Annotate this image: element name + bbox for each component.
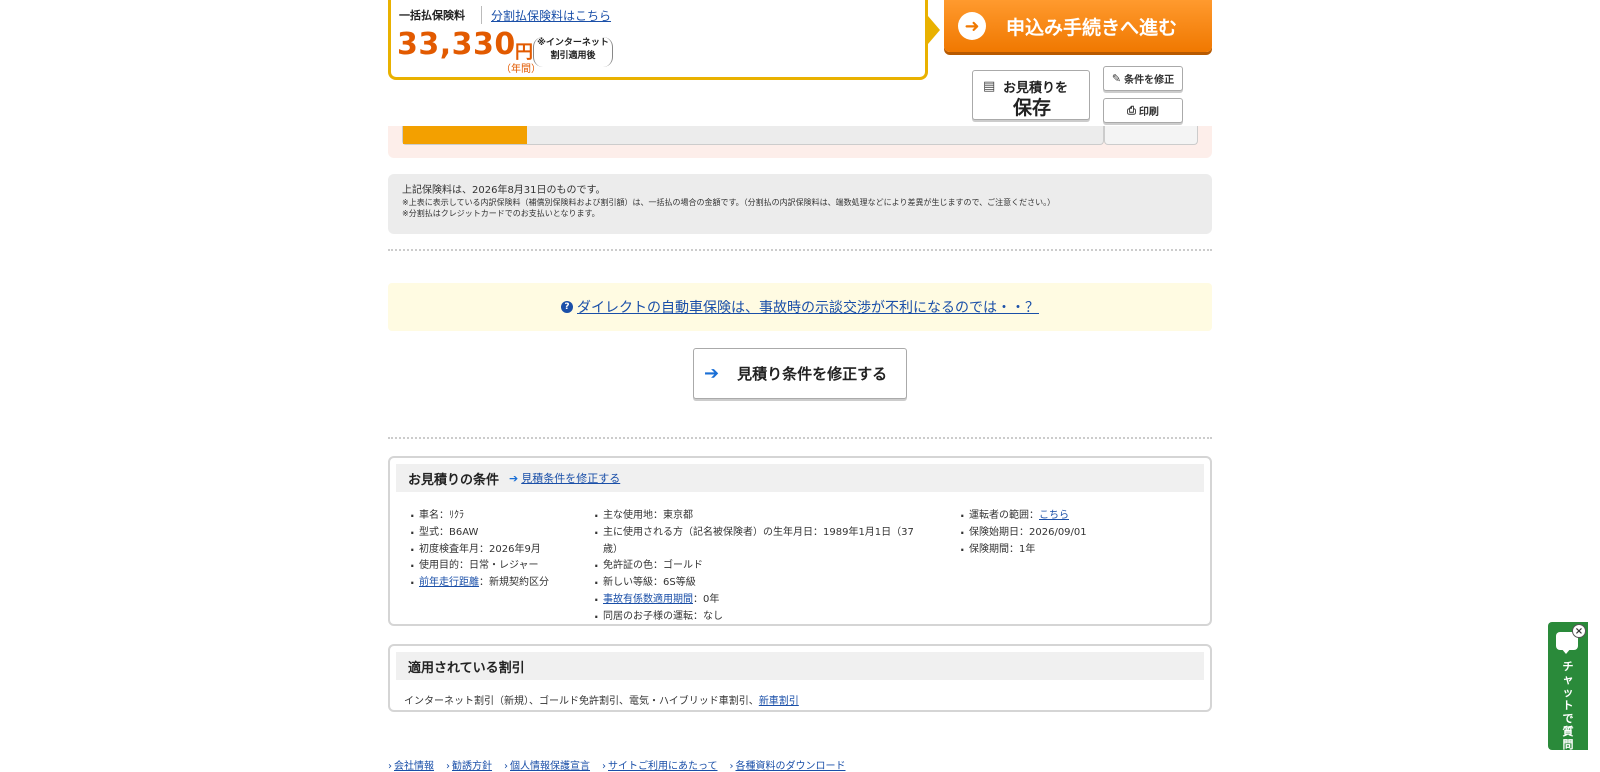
print-button[interactable]: ⎙ 印刷	[1103, 98, 1183, 123]
breakdown-side-cell	[1104, 126, 1198, 145]
conditions-header: お見積りの条件 ➔ 見積条件を修正する	[396, 464, 1204, 492]
premium-notice: 上記保険料は、2026年8月31日のものです。 ※上表に表示している内訳保険料（…	[388, 174, 1212, 234]
conditions-column-driver: 主な使用地：東京都 主に使用される方（記名被保険者）の生年月日：1989年1月1…	[592, 505, 932, 626]
faq-banner: ? ダイレクトの自動車保険は、事故時の示談交渉が不利になるのでは・・？	[388, 283, 1212, 331]
chevron-right-icon: ›	[729, 761, 734, 772]
chevron-right-icon: ›	[388, 761, 392, 772]
policy-start-date: 保険始期日：2026/09/01	[958, 522, 1188, 542]
apply-button-label: 申込み手続きへ進む	[1006, 16, 1178, 39]
conditions-title: お見積りの条件	[408, 472, 500, 488]
arrow-right-icon: ➔	[704, 363, 720, 384]
breakdown-table-bottom	[388, 126, 1212, 158]
breakdown-highlight-cell	[403, 126, 527, 144]
first-registration: 初度検査年月：2026年9月	[408, 539, 588, 559]
driver-range-item: 運転者の範囲：こちら	[958, 505, 1188, 525]
breakdown-table-row	[402, 126, 1104, 145]
modify-quote-conditions-button[interactable]: ➔ 見積り条件を修正する	[693, 348, 907, 399]
mileage-link[interactable]: 前年走行距離	[419, 577, 479, 588]
new-grade: 新しい等級：6S等級	[592, 572, 932, 592]
modify-small-label: 条件を修正	[1124, 75, 1175, 86]
note-line-1: ※インターネット	[537, 38, 609, 48]
print-label: 印刷	[1138, 107, 1159, 118]
conditions-column-vehicle: 車名：ﾘｸﾗ 型式：B6AW 初度検査年月：2026年9月 使用目的：日常・レジ…	[408, 505, 588, 592]
discounts-header: 適用されている割引	[396, 652, 1204, 680]
usage-purpose: 使用目的：日常・レジャー	[408, 555, 588, 575]
question-icon: ?	[561, 301, 573, 313]
footer-link-label[interactable]: 会社情報	[394, 761, 434, 772]
internet-discount-note: ※インターネット 割引適用後	[533, 37, 613, 67]
birth-date-line-1: 主に使用される方（記名被保険者）の生年月日：1989年1月1日（37	[603, 526, 914, 538]
birth-date: 主に使用される方（記名被保険者）の生年月日：1989年1月1日（37 歳）	[592, 522, 932, 559]
premium-divider	[481, 6, 482, 24]
footer-link-label[interactable]: 個人情報保護宣言	[510, 761, 590, 772]
discounts-list: インターネット割引（新規）、ゴールド免許割引、電気・ハイブリッド車割引、新車割引	[404, 692, 799, 707]
birth-date-line-2: 歳）	[603, 543, 623, 555]
conditions-column-policy: 運転者の範囲：こちら 保険始期日：2026/09/01 保険期間：1年	[958, 505, 1188, 559]
license-color: 免許証の色：ゴールド	[592, 555, 932, 575]
new-car-discount-link[interactable]: 新車割引	[759, 696, 799, 707]
footer-link-label[interactable]: サイトご利用にあたって	[608, 761, 718, 772]
mileage-item: 前年走行距離：新規契約区分	[408, 572, 588, 592]
driver-range-label: 運転者の範囲：	[969, 510, 1039, 521]
note-line-2: 割引適用後	[550, 51, 596, 61]
installment-premium-link[interactable]: 分割払保険料はこちら	[491, 7, 611, 24]
printer-icon: ⎙	[1127, 103, 1136, 117]
pencil-icon: ✎	[1111, 72, 1122, 85]
chevron-right-icon: ›	[504, 761, 508, 772]
chevron-right-icon: ›	[446, 761, 450, 772]
car-model: 型式：B6AW	[408, 522, 588, 542]
premium-label: 一括払保険料	[399, 9, 465, 22]
arrow-right-circle-icon: ➜	[958, 12, 986, 40]
floppy-disk-icon: ▤	[983, 79, 996, 94]
usage-location: 主な使用地：東京都	[592, 505, 932, 525]
notice-date: 上記保険料は、2026年8月31日のものです。	[402, 185, 606, 196]
accident-coefficient-item: 事故有係数適用期間：0年	[592, 589, 932, 609]
premium-summary: 一括払保険料 分割払保険料はこちら 33,330 円 （年間） ※インターネット…	[388, 0, 928, 80]
notice-installment-note: ※分割払はクレジットカードでのお支払いとなります。	[402, 209, 600, 218]
section-divider	[388, 249, 1212, 251]
discounts-text: インターネット割引（新規）、ゴールド免許割引、電気・ハイブリッド車割引、	[404, 696, 759, 707]
chevron-right-icon: ›	[602, 761, 606, 772]
chat-widget[interactable]: × チャットで質問	[1548, 622, 1588, 751]
quote-conditions-panel: お見積りの条件 ➔見積条件を修正する 車名：ﾘｸﾗ 型式：B6AW 初度検査年月…	[388, 456, 1212, 626]
notice-breakdown-note: ※上表に表示している内訳保険料（補償別保険料および割引額）は、一括払の場合の金額…	[402, 198, 1056, 207]
apply-procedure-button[interactable]: ➜ 申込み手続きへ進む	[944, 0, 1212, 52]
section-divider	[388, 437, 1212, 439]
mileage-value: ：新規契約区分	[479, 577, 549, 589]
edit-conditions-link-wrap: ➔ 見積条件を修正する	[509, 470, 620, 486]
footer-link-label[interactable]: 各種資料のダウンロード	[736, 761, 846, 772]
arrow-right-icon: ➔	[509, 472, 519, 485]
save-quote-button[interactable]: ▤ お見積りを 保存	[972, 70, 1090, 120]
car-name: 車名：ﾘｸﾗ	[408, 505, 588, 525]
close-icon[interactable]: ×	[1572, 624, 1586, 638]
edit-conditions-link[interactable]: 見積条件を修正する	[521, 472, 620, 485]
policy-period: 保険期間：1年	[958, 539, 1188, 559]
modify-button-label: 見積り条件を修正する	[737, 365, 888, 383]
driver-range-link[interactable]: こちら	[1039, 510, 1069, 521]
discounts-title: 適用されている割引	[408, 660, 525, 676]
footer-link-label[interactable]: 勧誘方針	[452, 761, 492, 772]
children-driving: 同居のお子様の運転：なし	[592, 606, 932, 626]
save-label-line-2: 保存	[1013, 97, 1052, 119]
faq-settlement-link[interactable]: ダイレクトの自動車保険は、事故時の示談交渉が不利になるのでは・・？	[577, 297, 1039, 317]
accident-coefficient-link[interactable]: 事故有係数適用期間	[603, 594, 693, 605]
premium-amount: 33,330	[397, 27, 516, 62]
premium-pointer-arrow	[928, 16, 940, 44]
accident-coefficient-value: ：0年	[693, 593, 720, 605]
applied-discounts-panel: 適用されている割引 インターネット割引（新規）、ゴールド免許割引、電気・ハイブリ…	[388, 644, 1212, 712]
chat-label: チャットで質問	[1562, 660, 1574, 751]
modify-conditions-small-button[interactable]: ✎ 条件を修正	[1103, 66, 1183, 91]
